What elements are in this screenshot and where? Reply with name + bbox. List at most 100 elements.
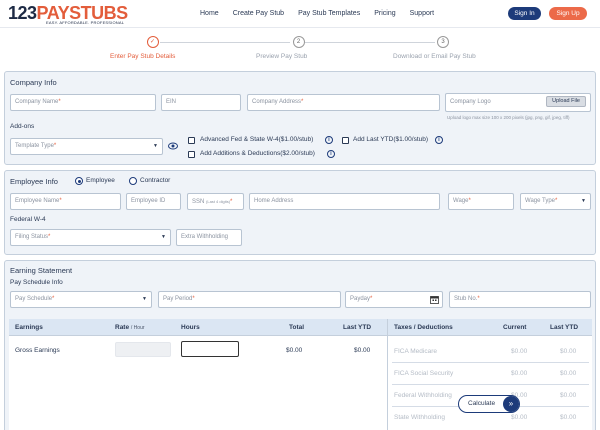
tax-row-label: State Withholding (394, 414, 445, 421)
upload-file-button[interactable]: Upload File (546, 96, 586, 107)
hours-input[interactable] (181, 341, 239, 357)
col-last-ytd: Last YTD (343, 324, 372, 331)
taxes-table-header: Taxes / Deductions Current Last YTD (387, 319, 592, 336)
logo-number: 123 (8, 3, 37, 23)
sign-in-button[interactable]: Sign In (508, 7, 541, 20)
tax-row-ytd: $0.00 (560, 348, 577, 355)
tax-row-label: FICA Social Security (394, 370, 454, 377)
site-logo[interactable]: 123PAYSTUBS EASY. AFFORDABLE. PROFESSION… (8, 4, 138, 26)
tax-row-current: $0.00 (511, 370, 528, 377)
required-mark: * (59, 198, 62, 204)
earnings-table-body: Gross Earnings $0.00 $0.00 (9, 336, 387, 430)
addons-label: Add-ons (10, 123, 35, 130)
company-address-field[interactable]: Company Address* (247, 94, 440, 111)
addon-ytd-checkbox[interactable] (342, 137, 349, 144)
progress-stepper: ✓ Enter Pay Stub Details 2 Preview Pay S… (0, 28, 600, 68)
ein-field[interactable]: EIN (161, 94, 241, 111)
pay-period-field[interactable]: Pay Period* (158, 291, 341, 308)
required-mark: * (301, 99, 304, 105)
step-number: 2 (292, 36, 305, 48)
calculate-button[interactable]: Calculate » (458, 395, 520, 413)
step-enter-details: ✓ Enter Pay Stub Details (110, 36, 195, 60)
row-divider (392, 362, 589, 363)
step-label: Download or Email Pay Stub (393, 53, 476, 60)
pay-schedule-select[interactable]: Pay Schedule* ▼ (10, 291, 152, 308)
wage-type-select[interactable]: Wage Type* ▼ (520, 193, 591, 210)
col-taxes: Taxes / Deductions (394, 324, 453, 331)
chevron-down-icon: ▼ (142, 296, 147, 302)
company-name-field[interactable]: Company Name* (10, 94, 156, 111)
nav-home[interactable]: Home (200, 10, 219, 17)
sign-up-button[interactable]: Sign Up (549, 7, 587, 20)
extra-withholding-field[interactable]: Extra Withholding (176, 229, 242, 246)
tax-row-current: $0.00 (511, 414, 528, 421)
step-label: Preview Pay Stub (256, 53, 308, 60)
employee-id-field[interactable]: Employee ID (126, 193, 181, 210)
section-title: Earning Statement (10, 266, 73, 275)
required-mark: * (468, 198, 471, 204)
addon-ytd-label: Add Last YTD($1.00/stub) (353, 136, 429, 143)
step-download: 3 Download or Email Pay Stub (393, 36, 493, 60)
contractor-radio-label: Contractor (140, 177, 171, 184)
wage-field[interactable]: Wage* (448, 193, 514, 210)
gross-earnings-label: Gross Earnings (15, 347, 60, 354)
federal-w4-label: Federal W-4 (10, 216, 46, 223)
tax-row-ytd: $0.00 (560, 392, 577, 399)
gross-total: $0.00 (286, 347, 303, 354)
step-check-icon: ✓ (146, 36, 159, 48)
info-icon[interactable]: i (327, 150, 335, 158)
payday-field[interactable]: Payday* (345, 291, 443, 308)
employee-info-section: Employee Info Employee Contractor Employ… (4, 170, 596, 255)
step-label: Enter Pay Stub Details (110, 53, 176, 60)
filing-status-select[interactable]: Filing Status* ▼ (10, 229, 171, 246)
col-hours: Hours (181, 324, 200, 331)
pay-schedule-info-label: Pay Schedule Info (10, 279, 63, 286)
company-logo-field: Company Logo Upload File (445, 93, 591, 112)
earnings-table-header: Earnings Rate / Hour Hours Total Last YT… (9, 319, 387, 336)
upload-hint: Upload logo max size 100 x 200 pixels (j… (447, 115, 570, 120)
nav-pay-stub-templates[interactable]: Pay Stub Templates (298, 10, 360, 17)
stub-number-field[interactable]: Stub No.* (449, 291, 591, 308)
rate-input[interactable] (115, 342, 171, 357)
eye-icon[interactable] (168, 141, 178, 151)
section-title: Company Info (10, 78, 57, 87)
logo-tagline: EASY. AFFORDABLE. PROFESSIONAL (46, 20, 125, 25)
addon-deductions-checkbox[interactable] (188, 151, 195, 158)
tax-row-ytd: $0.00 (560, 414, 577, 421)
contractor-radio[interactable] (129, 177, 137, 185)
ssn-field[interactable]: SSN (Last 4 digits)* (187, 193, 244, 210)
taxes-table-body: FICA Medicare $0.00 $0.00 FICA Social Se… (387, 336, 592, 430)
col-tax-ytd: Last YTD (550, 324, 579, 331)
row-divider (392, 384, 589, 385)
company-info-section: Company Info Company Name* EIN Company A… (4, 71, 596, 165)
step-preview: 2 Preview Pay Stub (256, 36, 341, 60)
required-mark: * (192, 296, 195, 302)
chevron-down-icon: ▼ (581, 198, 586, 204)
chevron-down-icon: ▼ (161, 234, 166, 240)
required-mark: * (53, 143, 57, 149)
tax-row-current: $0.00 (511, 348, 528, 355)
required-mark: * (58, 99, 61, 105)
calendar-icon[interactable] (430, 295, 439, 304)
addon-deductions-label: Add Additions & Deductions($2.00/stub) (200, 150, 315, 157)
home-address-field[interactable]: Home Address (249, 193, 440, 210)
nav-create-pay-stub[interactable]: Create Pay Stub (233, 10, 284, 17)
required-mark: * (48, 234, 51, 240)
required-mark: * (52, 296, 55, 302)
nav-support[interactable]: Support (410, 10, 435, 17)
tax-row-label: Federal Withholding (394, 392, 452, 399)
employee-name-field[interactable]: Employee Name* (10, 193, 121, 210)
info-icon[interactable]: i (325, 136, 333, 144)
info-icon[interactable]: i (435, 136, 443, 144)
main-nav: Home Create Pay Stub Pay Stub Templates … (200, 10, 448, 17)
employee-radio-label: Employee (86, 177, 115, 184)
nav-pricing[interactable]: Pricing (374, 10, 395, 17)
employee-radio[interactable] (75, 177, 83, 185)
addon-fed-state-checkbox[interactable] (188, 137, 195, 144)
template-type-select[interactable]: Template Type* ▼ (10, 138, 163, 155)
double-chevron-right-icon: » (503, 396, 519, 412)
section-title: Employee Info (10, 177, 58, 186)
required-mark: * (477, 296, 480, 302)
gross-ytd: $0.00 (354, 347, 371, 354)
step-number: 3 (437, 36, 449, 48)
